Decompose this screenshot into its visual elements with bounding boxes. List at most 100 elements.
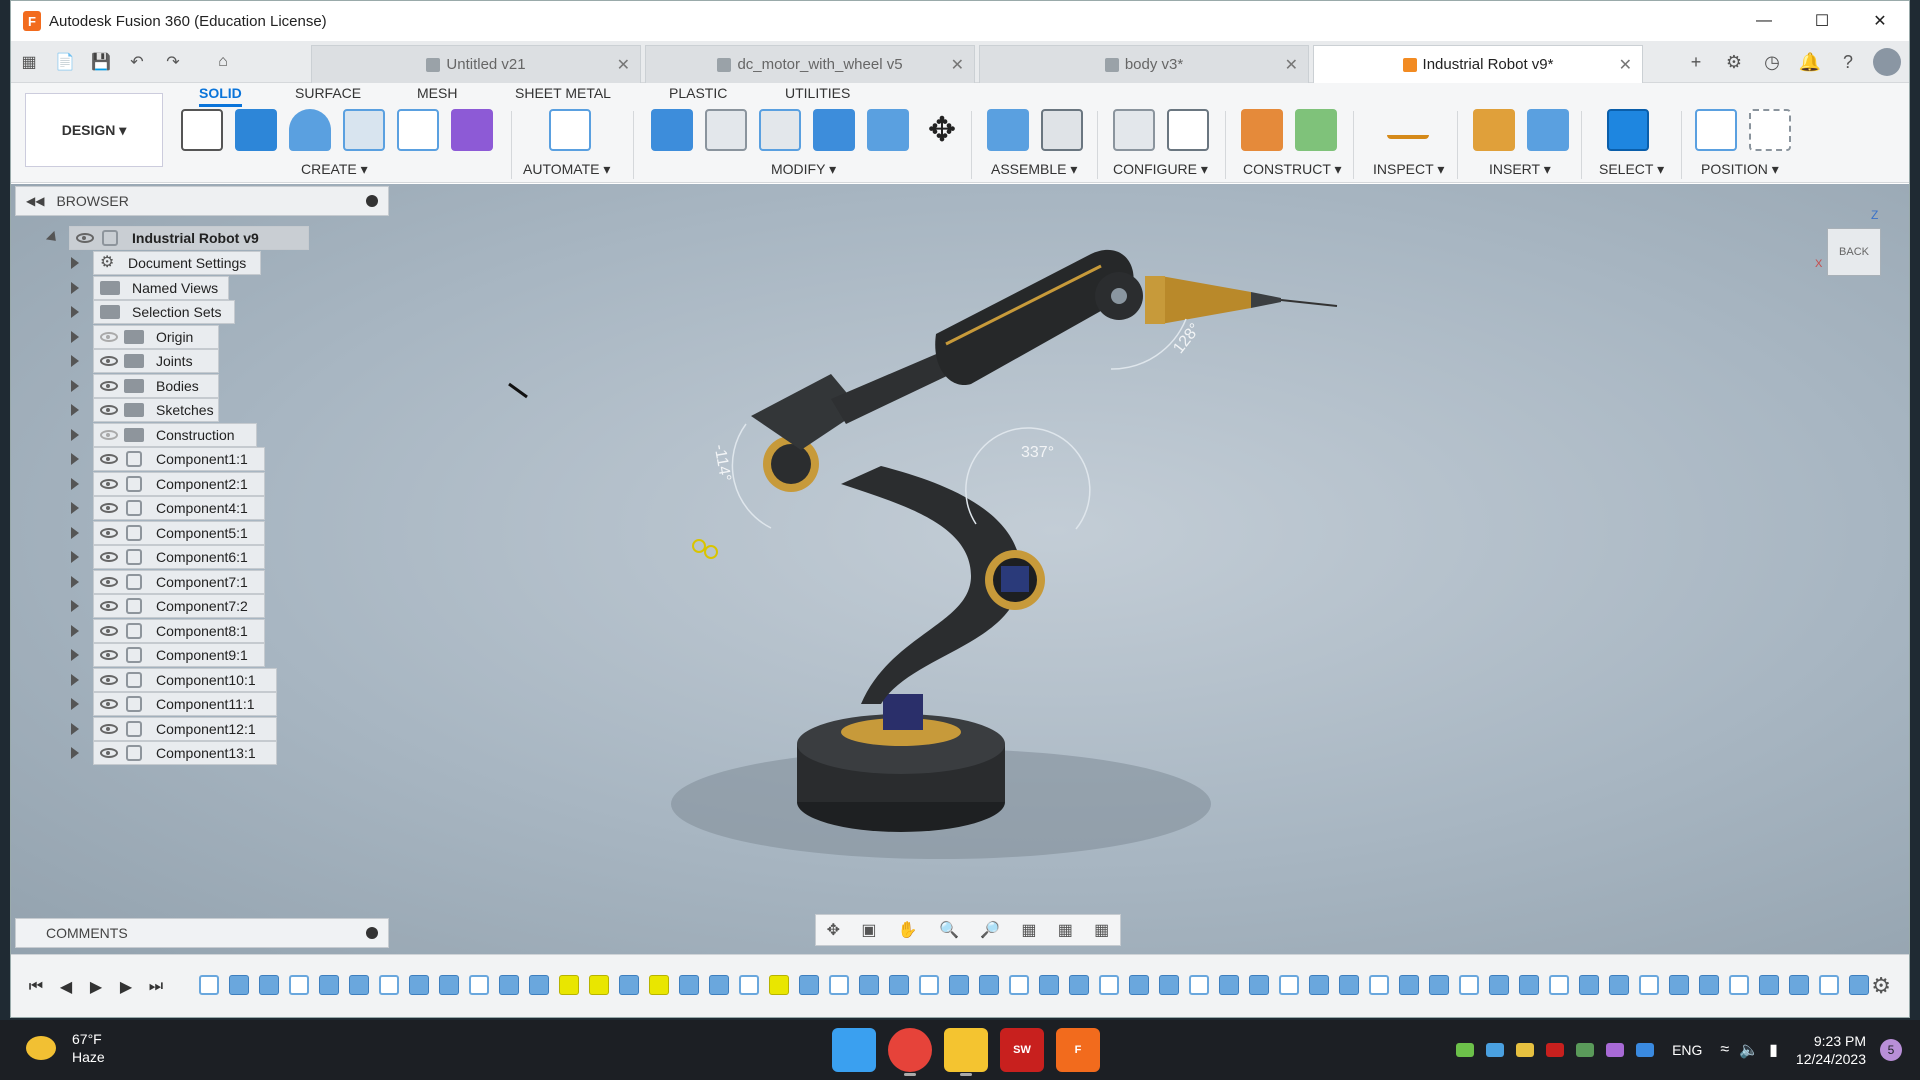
fillet-icon[interactable] xyxy=(705,109,747,151)
expand-arrow-icon[interactable] xyxy=(71,526,79,539)
capture-position-icon[interactable] xyxy=(1749,109,1791,151)
create-sketch-icon[interactable] xyxy=(181,109,223,151)
expand-arrow-icon[interactable] xyxy=(71,722,79,735)
timeline-feature[interactable] xyxy=(499,975,519,995)
insert-menu[interactable]: INSERT ▾ xyxy=(1489,161,1551,178)
expand-arrow-icon[interactable] xyxy=(71,306,79,318)
visibility-eye-icon[interactable] xyxy=(100,478,118,489)
timeline-feature[interactable] xyxy=(409,975,429,995)
offset-face-icon[interactable] xyxy=(867,109,909,151)
close-tab-icon[interactable]: ✕ xyxy=(617,55,630,75)
timeline-feature[interactable] xyxy=(1099,975,1119,995)
browser-item[interactable]: Component4:1 xyxy=(93,496,265,520)
timeline-feature[interactable] xyxy=(1429,975,1449,995)
undo-icon[interactable]: ↶ xyxy=(119,41,155,83)
doc-tab-untitled[interactable]: Untitled v21 ✕ xyxy=(311,45,641,83)
configure-icon[interactable] xyxy=(1113,109,1155,151)
visibility-eye-icon[interactable] xyxy=(100,650,118,660)
timeline-feature[interactable] xyxy=(1309,975,1329,995)
close-tab-icon[interactable]: ✕ xyxy=(1285,55,1298,75)
timeline-feature[interactable] xyxy=(1579,975,1599,995)
redo-icon[interactable]: ↷ xyxy=(155,41,191,83)
joint-origin-marker[interactable] xyxy=(704,545,718,559)
extrude-icon[interactable] xyxy=(235,109,277,151)
visibility-eye-icon[interactable] xyxy=(100,674,118,685)
expand-arrow-icon[interactable] xyxy=(71,600,79,612)
timeline-feature[interactable] xyxy=(1129,975,1149,995)
close-window-button[interactable]: ✕ xyxy=(1851,1,1909,41)
timeline-feature[interactable] xyxy=(1369,975,1389,995)
browser-item[interactable]: Component5:1 xyxy=(93,520,265,545)
timeline-feature[interactable] xyxy=(649,975,669,995)
browser-item[interactable]: Component6:1 xyxy=(93,545,265,569)
timeline-feature[interactable] xyxy=(889,975,909,995)
security-shield-icon[interactable] xyxy=(1636,1043,1655,1057)
timeline-feature[interactable] xyxy=(919,975,939,995)
combine-icon[interactable] xyxy=(813,109,855,151)
timeline-feature[interactable] xyxy=(1489,975,1509,995)
configuration-table-icon[interactable] xyxy=(1167,109,1209,151)
pen-icon[interactable] xyxy=(1606,1043,1625,1057)
volume-icon[interactable]: 🔈 xyxy=(1739,1040,1759,1060)
timeline-feature[interactable] xyxy=(319,975,339,995)
construct-menu[interactable]: CONSTRUCT ▾ xyxy=(1243,161,1342,178)
fusion-360-icon[interactable]: F xyxy=(1056,1028,1100,1072)
visibility-eye-icon[interactable] xyxy=(100,625,118,636)
visibility-eye-icon[interactable] xyxy=(100,699,118,709)
timeline-feature[interactable] xyxy=(229,975,249,995)
timeline-feature[interactable] xyxy=(1459,975,1479,995)
timeline-feature[interactable] xyxy=(739,975,759,995)
visibility-eye-icon[interactable] xyxy=(100,454,118,464)
orbit-icon[interactable]: ✥ xyxy=(827,920,840,940)
add-comment-icon[interactable] xyxy=(366,927,378,939)
save-icon[interactable]: 💾 xyxy=(83,41,119,83)
browser-item[interactable]: Component10:1 xyxy=(93,667,277,692)
timeline-feature[interactable] xyxy=(1519,975,1539,995)
display-settings-icon[interactable]: ▦ xyxy=(1021,920,1036,940)
align-icon[interactable] xyxy=(1695,109,1737,151)
clock[interactable]: 9:23 PM 12/24/2023 xyxy=(1796,1032,1866,1068)
robot-model[interactable] xyxy=(11,184,1909,954)
timeline-feature[interactable] xyxy=(679,975,699,995)
maximize-button[interactable]: ☐ xyxy=(1793,1,1851,41)
tab-sheet-metal[interactable]: SHEET METAL xyxy=(515,85,611,101)
timeline-feature[interactable] xyxy=(1339,975,1359,995)
viewports-icon[interactable]: ▦ xyxy=(1094,920,1109,940)
browser-item[interactable]: Joints xyxy=(93,349,219,373)
visibility-hidden-icon[interactable] xyxy=(100,331,118,342)
pan-icon[interactable]: ✋ xyxy=(898,920,918,940)
browser-item[interactable]: Component12:1 xyxy=(93,716,277,741)
shell-icon[interactable] xyxy=(759,109,801,151)
inspect-menu[interactable]: INSPECT ▾ xyxy=(1373,161,1444,178)
go-to-start-icon[interactable]: ⏮ xyxy=(21,973,51,1001)
tab-mesh[interactable]: MESH xyxy=(417,85,457,101)
measure-icon[interactable] xyxy=(1387,109,1429,139)
home-icon[interactable]: ⌂ xyxy=(205,41,241,83)
expand-arrow-icon[interactable] xyxy=(71,404,79,416)
timeline-feature[interactable] xyxy=(349,975,369,995)
timeline-feature[interactable] xyxy=(1819,975,1839,995)
expand-arrow-icon[interactable] xyxy=(71,453,79,465)
browser-item[interactable]: Component2:1 xyxy=(93,471,265,496)
zoom-icon[interactable]: 🔍 xyxy=(939,920,959,940)
visibility-eye-icon[interactable] xyxy=(100,503,118,513)
browser-item[interactable]: Component13:1 xyxy=(93,741,277,765)
timeline-feature[interactable] xyxy=(979,975,999,995)
browser-item[interactable]: Named Views xyxy=(93,275,229,300)
expand-arrow-icon[interactable] xyxy=(71,379,79,392)
file-explorer-icon[interactable] xyxy=(944,1028,988,1076)
browser-item[interactable]: Component11:1 xyxy=(93,692,277,716)
viewcube-face-back[interactable]: BACK xyxy=(1827,228,1881,276)
browser-item[interactable]: Component7:2 xyxy=(93,594,265,618)
windows-start-icon[interactable] xyxy=(832,1028,876,1072)
language-indicator[interactable]: ENG xyxy=(1672,1042,1702,1058)
timeline-feature[interactable] xyxy=(1639,975,1659,995)
close-tab-icon[interactable]: ✕ xyxy=(951,55,964,75)
timeline-feature[interactable] xyxy=(829,975,849,995)
timeline-feature[interactable] xyxy=(1549,975,1569,995)
hole-icon[interactable] xyxy=(343,109,385,151)
select-icon[interactable] xyxy=(1607,109,1649,151)
expand-arrow-icon[interactable] xyxy=(71,330,79,343)
solidworks-tray-icon[interactable] xyxy=(1546,1043,1565,1057)
expand-arrow-icon[interactable] xyxy=(71,624,79,637)
